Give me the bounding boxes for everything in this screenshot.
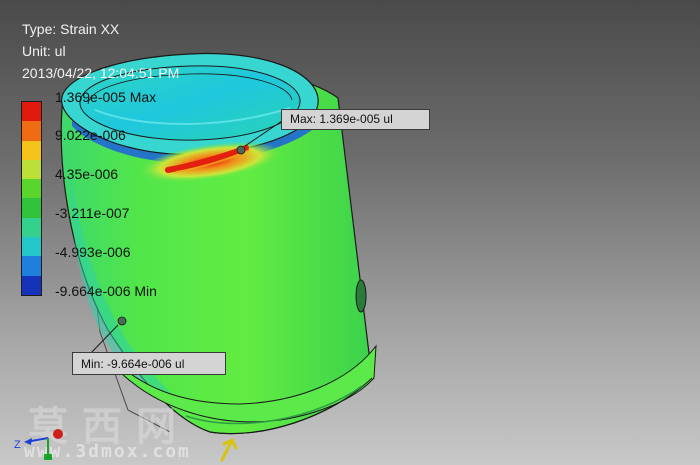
min-probe-marker[interactable] bbox=[117, 316, 127, 326]
legend-swatch bbox=[22, 198, 41, 218]
result-type: Type: Strain XX bbox=[22, 21, 120, 37]
legend-label: -4.993e-006 bbox=[55, 244, 131, 260]
legend-swatch bbox=[22, 217, 41, 238]
legend-label-max: 1.369e-005 Max bbox=[55, 89, 157, 105]
legend-swatch bbox=[22, 275, 41, 295]
legend-swatch bbox=[22, 256, 41, 276]
result-unit: Unit: ul bbox=[22, 43, 66, 59]
legend-label: 9.022e-006 bbox=[55, 127, 126, 143]
color-legend-bar bbox=[21, 101, 42, 296]
legend-swatch bbox=[22, 102, 41, 122]
legend-swatch bbox=[22, 237, 41, 257]
legend-label: 4.35e-006 bbox=[55, 166, 119, 182]
min-probe-label[interactable]: Min: -9.664e-006 ul bbox=[72, 352, 226, 375]
legend-swatch bbox=[22, 140, 41, 160]
legend-swatch bbox=[22, 179, 41, 199]
view-triad-icon[interactable]: Z bbox=[12, 420, 72, 462]
result-timestamp: 2013/04/22, 12:04:51 PM bbox=[22, 65, 180, 81]
max-probe-marker[interactable] bbox=[236, 145, 246, 155]
result-info: Type: Strain XX Unit: ul 2013/04/22, 12:… bbox=[22, 18, 179, 84]
graphics-viewport[interactable]: Type: Strain XX Unit: ul 2013/04/22, 12:… bbox=[0, 0, 700, 465]
legend-label: -3.211e-007 bbox=[55, 205, 130, 221]
legend-swatch bbox=[22, 121, 41, 141]
legend-label-min: -9.664e-006 Min bbox=[55, 283, 157, 299]
max-probe-label[interactable]: Max: 1.369e-005 ul bbox=[281, 109, 430, 130]
triad-z-label: Z bbox=[14, 439, 21, 451]
legend-swatch bbox=[22, 159, 41, 180]
